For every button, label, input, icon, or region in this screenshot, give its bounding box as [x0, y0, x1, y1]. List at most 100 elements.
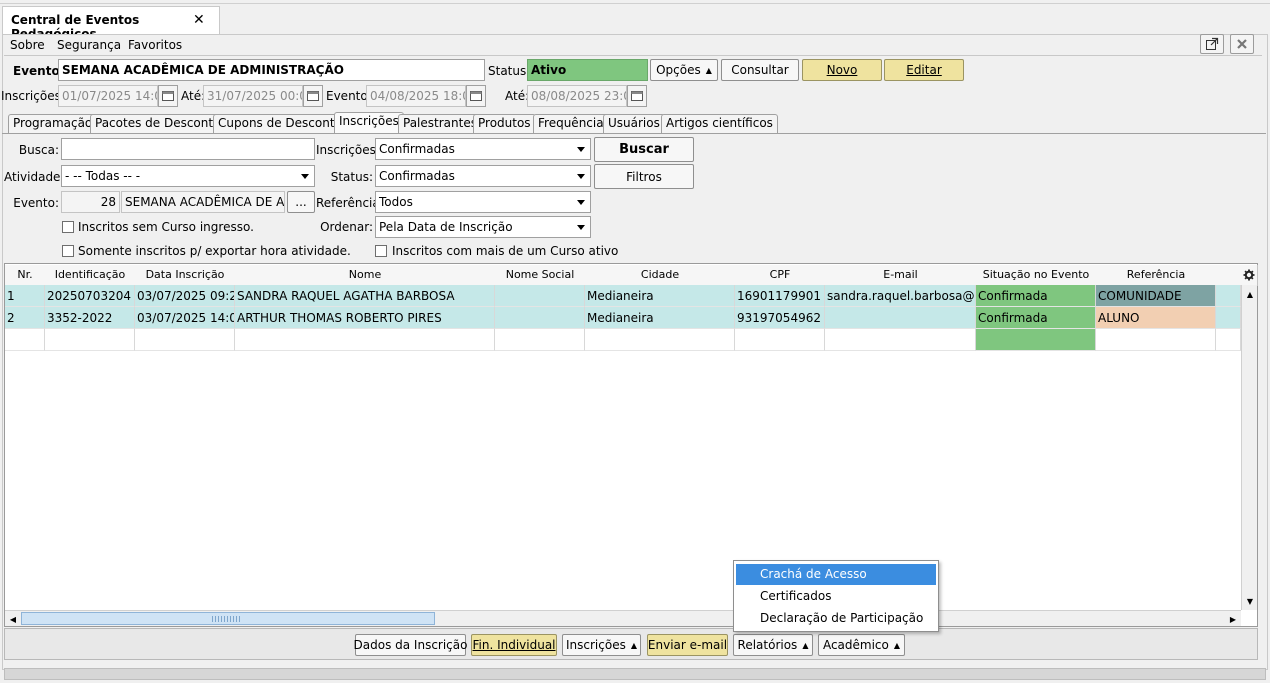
inscricoes-menu-button[interactable]: Inscrições ▲ [562, 634, 641, 656]
editar-button[interactable]: Editar [884, 59, 964, 81]
referencia-select-value: Todos [379, 195, 413, 209]
cell-cidade: Medianeira [585, 285, 735, 307]
tab-frequencia[interactable]: Frequência [533, 114, 609, 133]
busca-input[interactable] [61, 138, 315, 160]
calendar-icon[interactable] [158, 85, 178, 107]
col-filler [1216, 265, 1242, 286]
cell-filler [1216, 307, 1241, 329]
col-data-inscricao[interactable]: Data Inscrição [135, 265, 236, 286]
arrow-up-icon[interactable]: ▲ [1242, 286, 1258, 302]
vertical-scrollbar[interactable]: ▲ ▼ [1241, 285, 1257, 610]
inscricoes-select[interactable]: Confirmadas [375, 138, 591, 160]
buscar-button[interactable]: Buscar [594, 137, 694, 162]
evento-id-field[interactable]: 28 [61, 191, 120, 213]
ordenar-select[interactable]: Pela Data de Inscrição [375, 216, 591, 238]
inscricoes-fim-field[interactable]: 31/07/2025 00:00 [203, 85, 303, 107]
col-nome-social[interactable]: Nome Social [495, 265, 586, 286]
status-field: Ativo [527, 59, 648, 81]
filtro-inscricoes-label: Inscrições: [316, 143, 380, 157]
evento-lookup-button[interactable]: ... [287, 191, 315, 213]
window-tab[interactable]: Central de Eventos Pedagógicos ✕ [2, 6, 220, 41]
menu-item-certificados[interactable]: Certificados [736, 586, 936, 607]
col-nome[interactable]: Nome [235, 265, 496, 286]
status-select[interactable]: Confirmadas [375, 165, 591, 187]
arrow-left-icon[interactable]: ◀ [5, 611, 21, 627]
col-referencia[interactable]: Referência [1096, 265, 1217, 286]
close-tab-icon[interactable]: ✕ [193, 12, 205, 28]
fin-individual-button[interactable]: Fin. Individual [471, 634, 557, 656]
dados-inscricao-button[interactable]: Dados da Inscrição [354, 634, 467, 656]
tab-pacotes[interactable]: Pacotes de Desconto [90, 114, 226, 133]
horizontal-scrollbar[interactable]: ◀ ▶ [5, 610, 1241, 626]
menu-seguranca[interactable]: Segurança [57, 38, 121, 52]
tab-usuarios[interactable]: Usuários [603, 114, 665, 133]
referencia-select[interactable]: Todos [375, 191, 591, 213]
tab-programacao[interactable]: Programação [8, 114, 98, 133]
gear-icon[interactable] [1241, 265, 1258, 286]
col-cidade[interactable]: Cidade [585, 265, 736, 286]
inscricoes-inicio-field[interactable]: 01/07/2025 14:01 [58, 85, 158, 107]
cell-data: 03/07/2025 14:09 [135, 307, 235, 329]
referencia-label: Referência [316, 196, 380, 210]
calendar-icon[interactable] [627, 85, 647, 107]
mais-curso-checkbox[interactable] [375, 245, 387, 257]
atividade-select[interactable]: - -- Todas -- - [61, 165, 315, 187]
evento-fim-field[interactable]: 08/08/2025 23:00 [527, 85, 627, 107]
menu-item-declaracao[interactable]: Declaração de Participação [736, 608, 936, 629]
menu-item-cracha[interactable]: Crachá de Acesso [736, 564, 936, 585]
enviar-email-button[interactable]: Enviar e-mail [647, 634, 728, 656]
ate2-label: Até: [505, 89, 530, 103]
cell-nome-social [495, 285, 585, 307]
col-identificacao[interactable]: Identificação [45, 265, 136, 286]
chevron-down-icon [301, 174, 309, 179]
cell-identificacao: 3352-2022 [45, 307, 135, 329]
cell-nome: SANDRA RAQUEL AGATHA BARBOSA [235, 285, 495, 307]
tab-palestrantes[interactable]: Palestrantes [398, 114, 482, 133]
academico-button[interactable]: Acadêmico ▲ [818, 634, 905, 656]
exportar-label: Somente inscritos p/ exportar hora ativi… [78, 244, 351, 258]
menu-favoritos[interactable]: Favoritos [128, 38, 182, 52]
col-nr[interactable]: Nr. [5, 265, 46, 286]
consultar-button[interactable]: Consultar [721, 59, 799, 81]
evento-nome-field[interactable]: SEMANA ACADÊMICA DE ADM [121, 191, 285, 213]
exportar-checkbox[interactable] [62, 245, 74, 257]
cell-empty [5, 329, 45, 351]
cell-referencia: COMUNIDADE [1096, 285, 1216, 307]
tab-produtos[interactable]: Produtos [473, 114, 536, 133]
col-email[interactable]: E-mail [825, 265, 977, 286]
filtro-evento-label: Evento: [13, 196, 59, 210]
calendar-icon[interactable] [303, 85, 323, 107]
evento-inicio-field[interactable]: 04/08/2025 18:00 [366, 85, 466, 107]
col-cpf[interactable]: CPF [735, 265, 826, 286]
cell-nome-social [495, 307, 585, 329]
evento-data-label: Evento: [326, 89, 372, 103]
tab-cupons[interactable]: Cupons de Desconto [213, 114, 347, 133]
cell-empty [735, 329, 825, 351]
status-bar [4, 668, 1266, 680]
close-window-icon[interactable] [1230, 34, 1254, 54]
arrow-right-icon[interactable]: ▶ [1225, 611, 1241, 627]
scroll-thumb[interactable] [21, 612, 435, 625]
status-label: Status: [488, 64, 531, 78]
col-situacao[interactable]: Situação no Evento [976, 265, 1097, 286]
ate-label: Até: [181, 89, 206, 103]
cell-empty [235, 329, 495, 351]
chevron-down-icon [577, 174, 585, 179]
relatorios-button[interactable]: Relatórios ▲ [733, 634, 813, 656]
calendar-icon[interactable] [466, 85, 486, 107]
inscricoes-select-value: Confirmadas [379, 142, 455, 156]
academico-label: Acadêmico [822, 638, 889, 652]
mais-curso-label: Inscritos com mais de um Curso ativo [392, 244, 619, 258]
arrow-down-icon[interactable]: ▼ [1242, 593, 1258, 609]
tab-inscricoes[interactable]: Inscrições [334, 112, 404, 134]
tab-artigos[interactable]: Artigos científicos [661, 114, 778, 133]
novo-button[interactable]: Novo [802, 59, 882, 81]
menu-sobre[interactable]: Sobre [10, 38, 45, 52]
ordenar-label: Ordenar: [320, 220, 373, 234]
filtros-button[interactable]: Filtros [594, 164, 694, 189]
sem-curso-checkbox[interactable] [62, 221, 74, 233]
cell-nr: 2 [5, 307, 45, 329]
evento-field[interactable]: SEMANA ACADÊMICA DE ADMINISTRAÇÃO [58, 59, 485, 81]
opcoes-button[interactable]: Opções ▲ [650, 59, 718, 81]
external-window-icon[interactable] [1200, 34, 1224, 54]
